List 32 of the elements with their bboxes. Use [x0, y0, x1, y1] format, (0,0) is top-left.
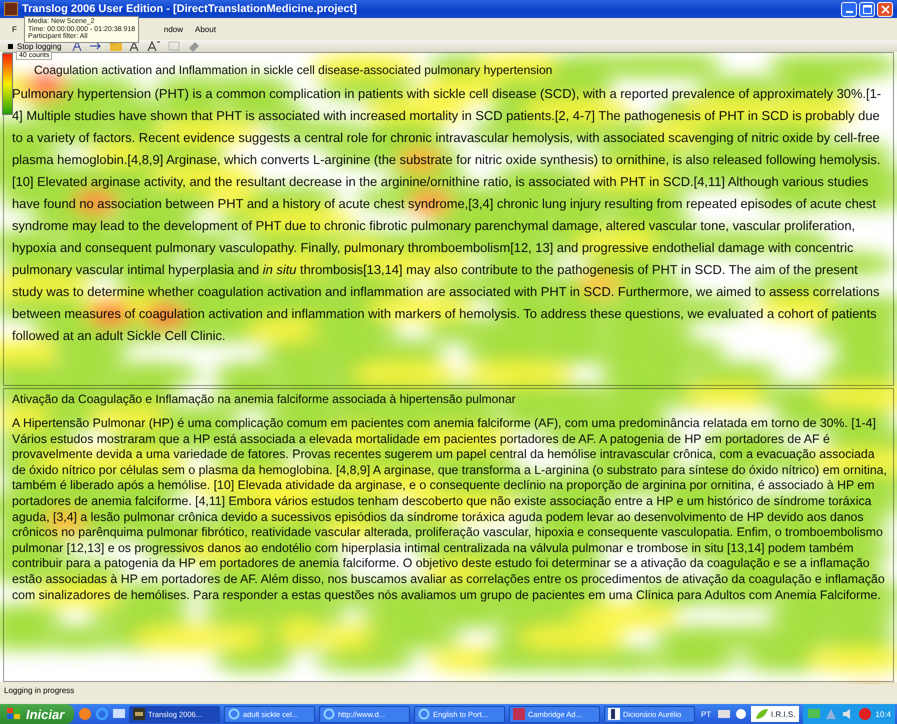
- browser-icon: [322, 708, 335, 720]
- stop-icon: [8, 44, 13, 48]
- font-increase-icon[interactable]: [147, 40, 162, 52]
- font-icon[interactable]: [71, 40, 84, 52]
- menu-item[interactable]: F: [6, 24, 23, 34]
- tray-app-button[interactable]: I.R.I.S.: [750, 706, 800, 722]
- leaf-icon: [754, 708, 769, 720]
- source-title: Coagulation activation and Inflammation in sickle cell disease-associated pulmonary hypertension: [33, 63, 554, 77]
- menu-item[interactable]: ndow: [158, 24, 190, 34]
- close-button[interactable]: [877, 2, 893, 16]
- stop-logging-button[interactable]: Stop logging: [4, 42, 66, 50]
- menu-item[interactable]: About: [189, 24, 222, 34]
- maximize-icon: [862, 4, 872, 14]
- clock: 10:4: [875, 710, 891, 718]
- language-indicator[interactable]: PT: [698, 710, 714, 718]
- app-icon: [4, 2, 18, 16]
- font-decrease-icon[interactable]: [129, 40, 142, 52]
- start-button[interactable]: Iniciar: [0, 704, 74, 724]
- minimize-icon: [846, 11, 852, 13]
- app-icon: [133, 708, 146, 720]
- target-title: Ativação da Coagulação e Inflamação na anemia falciforme associada à hipertensão pulmonar: [12, 392, 517, 406]
- source-paragraph: Pulmonary hypertension (PHT) is a common complication in patients with sickle cell disease (SCD), with a reported prevalence of approximately 30%.[1-4] Multiple studies have shown that PHT is associated with increased mortality in SCD patients.[2, 4-7] The pathogenesis of PHT in SCD is probably due to a variety of factors. Recent evidence suggests a central role for chronic intravascular hemolysis, with associated scavenging of nitric oxide by cell-free plasma hemoglobin.[4,8,9] Arginase, which converts L-arginine (the substrate for nitric oxide synthesis) to ornithine, is also released following hemolysis.[10] Elevated arginase activity, and the resultant decrease in the arginine/ornithine ratio, is associated with PHT in SCD.[4,11] Although various studies have found no association between PHT and a history of acute chest syndrome,[3,4] chronic lung injury resulting from repeated episodes of acute chest syndrome may lead to the development of PHT due to chronic fibrotic pulmonary parenchymal damage, altered vascular tone, vascular proliferation, hypoxia and consequent pulmonary vasculopathy. Finally, pulmonary thromboembolism[12, 13] and progressive endothelial damage with concentric pulmonary vascular intimal hyperplasia and in situ thrombosis[13,14] may also contribute to the pathogenesis of PHT in SCD. The aim of the present study was to determine whether coagulation activation and inflammation are associated with PHT in SCD. Furthermore, we aimed to assess correlations between measures of coagulation activation and inflammation with markers of hemolysis. To address these questions, we evaluated a cohort of patients followed at an adult Sickle Cell Clinic.: [12, 85, 882, 345]
- arrow-icon[interactable]: [89, 40, 104, 52]
- window-title: Translog 2006 User Edition - [DirectTranslationMedicine.project]: [22, 3, 358, 15]
- maximize-button[interactable]: [859, 2, 875, 16]
- minimize-button[interactable]: [841, 2, 857, 16]
- color-scale-bar: [2, 53, 13, 115]
- browser-icon: [228, 708, 240, 720]
- browser-icon: [418, 708, 430, 720]
- folder-icon[interactable]: [109, 40, 124, 52]
- windows-flag-icon: [6, 707, 22, 721]
- close-icon: [880, 4, 890, 14]
